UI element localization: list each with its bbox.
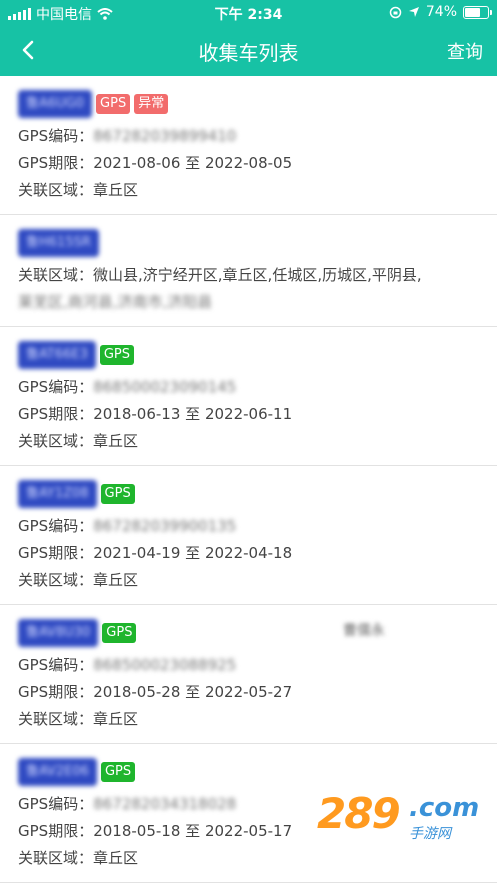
area-value: 章丘区 [93, 181, 139, 199]
location-icon [408, 7, 419, 17]
gps-period-start: 2021-08-06 [93, 154, 181, 172]
battery-fill [465, 7, 480, 17]
gps-period-row: GPS期限：2021-04-19 至 2022-04-18 [18, 540, 479, 567]
license-plate: 鲁AV8U30 [18, 619, 99, 647]
gps-period-row: GPS期限：2021-08-06 至 2022-08-05 [18, 150, 479, 177]
vehicle-card-header: 鲁H615SR [18, 229, 479, 257]
gps-period-end: 2022-04-18 [204, 544, 293, 562]
gps-code-value: 867282039899410 [93, 127, 237, 145]
vehicle-card[interactable]: 鲁A6UG0 GPS 异常 GPS编码：867282039899410 GPS期限：20… [0, 76, 497, 215]
gps-period-end: 2022-06-11 [204, 405, 293, 423]
gps-badge: GPS [100, 484, 135, 504]
gps-period-label: GPS期限： [18, 154, 94, 172]
gps-code-row: GPS编码：867282039900135 [18, 513, 479, 540]
vehicle-card[interactable]: 鲁AV2E06 GPS GPS编码：867282034318028 GPS期限：201… [0, 744, 497, 883]
status-bar: 中国电信 下午 2:34 74% [0, 0, 497, 26]
area-row: 关联区域：章丘区 [18, 428, 479, 455]
area-row: 关联区域：章丘区 [18, 567, 479, 594]
license-plate: 鲁H615SR [18, 229, 99, 257]
gps-period-row: GPS期限：2018-06-13 至 2022-06-11 [18, 401, 479, 428]
gps-code-row: GPS编码：868500023088925 [18, 652, 479, 679]
gps-period-start: 2018-05-18 [93, 822, 181, 840]
gps-badge: GPS [102, 623, 137, 643]
gps-code-row: GPS编码：868500023090145 [18, 374, 479, 401]
gps-badge: GPS [99, 345, 135, 365]
gps-period-separator: 至 [180, 405, 205, 423]
area-label: 关联区域： [18, 710, 94, 728]
area-label: 关联区域： [18, 849, 94, 867]
gps-period-start: 2018-05-28 [93, 683, 181, 701]
vehicle-card[interactable]: 鲁AY1Z08 GPS GPS编码：867282039900135 GPS期限：202… [0, 466, 497, 605]
gps-badge: GPS [96, 94, 131, 114]
query-button[interactable]: 查询 [447, 38, 483, 64]
license-plate: 鲁AV2E06 [18, 758, 97, 786]
gps-period-label: GPS期限： [18, 405, 94, 423]
vehicle-card-header: 鲁A6UG0 GPS 异常 [18, 90, 479, 118]
gps-code-label: GPS编码： [18, 656, 94, 674]
area-value: 微山县,济宁经开区,章丘区,任城区,历城区,平阴县, [93, 266, 422, 284]
vehicle-card[interactable]: 鲁AT66E3 GPS GPS编码：868500023090145 GPS期限：201… [0, 327, 497, 466]
gps-code-value: 868500023090145 [93, 378, 237, 396]
battery-percent: 74% [425, 4, 457, 20]
driver-name: 曹儒永 [343, 623, 385, 639]
area-value-continued: 莱芜区,商河县,济南市,济阳县 [18, 293, 213, 311]
area-value: 章丘区 [93, 432, 139, 450]
gps-period-start: 2021-04-19 [93, 544, 181, 562]
area-label: 关联区域： [18, 266, 94, 284]
area-label: 关联区域： [18, 181, 94, 199]
vehicle-list: 鲁A6UG0 GPS 异常 GPS编码：867282039899410 GPS期限：20… [0, 76, 497, 883]
license-plate: 鲁A6UG0 [18, 90, 93, 118]
nav-bar: 收集车列表 查询 [0, 26, 497, 76]
gps-period-end: 2022-08-05 [204, 154, 293, 172]
gps-period-row: GPS期限：2018-05-28 至 2022-05-27 [18, 679, 479, 706]
license-plate: 鲁AT66E3 [18, 341, 96, 369]
gps-period-separator: 至 [180, 154, 205, 172]
gps-period-row: GPS期限：2018-05-18 至 2022-05-17 [18, 818, 479, 845]
vehicle-card-header: 鲁AV2E06 GPS [18, 758, 479, 786]
area-row: 关联区域：章丘区 [18, 706, 479, 733]
gps-period-separator: 至 [180, 822, 205, 840]
area-row-continued: 莱芜区,商河县,济南市,济阳县 [18, 289, 479, 316]
vehicle-card-header: 鲁AY1Z08 GPS [18, 480, 479, 508]
gps-code-label: GPS编码： [18, 517, 94, 535]
vehicle-card-header: 鲁AT66E3 GPS [18, 341, 479, 369]
area-row: 关联区域：章丘区 [18, 177, 479, 204]
vehicle-card-header: 鲁AV8U30 GPS [18, 619, 479, 647]
gps-code-value: 868500023088925 [93, 656, 237, 674]
vehicle-card[interactable]: 鲁AV8U30 GPS 曹儒永 GPS编码：868500023088925 GPS期限：… [0, 605, 497, 744]
gps-period-label: GPS期限： [18, 683, 94, 701]
vehicle-card[interactable]: 鲁H615SR 关联区域：微山县,济宁经开区,章丘区,任城区,历城区,平阴县, 莱芜… [0, 215, 497, 327]
gps-period-label: GPS期限： [18, 544, 94, 562]
area-row: 关联区域：微山县,济宁经开区,章丘区,任城区,历城区,平阴县, [18, 262, 479, 289]
abnormal-badge: 异常 [134, 94, 169, 114]
gps-period-end: 2022-05-17 [204, 822, 293, 840]
area-label: 关联区域： [18, 571, 94, 589]
gps-code-label: GPS编码： [18, 127, 94, 145]
area-row: 关联区域：章丘区 [18, 845, 479, 872]
gps-period-separator: 至 [180, 544, 205, 562]
area-label: 关联区域： [18, 432, 94, 450]
status-right: 74% [389, 4, 492, 20]
area-value: 章丘区 [93, 849, 139, 867]
gps-badge: GPS [100, 762, 136, 782]
gps-period-label: GPS期限： [18, 822, 94, 840]
gps-code-row: GPS编码：867282034318028 [18, 791, 479, 818]
gps-code-row: GPS编码：867282039899410 [18, 123, 479, 150]
gps-code-label: GPS编码： [18, 378, 94, 396]
battery-icon [463, 5, 492, 19]
license-plate: 鲁AY1Z08 [18, 480, 97, 508]
gps-code-label: GPS编码： [18, 795, 94, 813]
gps-period-separator: 至 [180, 683, 205, 701]
area-value: 章丘区 [93, 571, 139, 589]
gps-code-value: 867282039900135 [93, 517, 237, 535]
page-title: 收集车列表 [198, 41, 299, 65]
rotation-lock-icon [389, 6, 402, 18]
gps-period-start: 2018-06-13 [93, 405, 181, 423]
gps-code-value: 867282034318028 [93, 795, 237, 813]
gps-period-end: 2022-05-27 [204, 683, 293, 701]
area-value: 章丘区 [93, 710, 139, 728]
